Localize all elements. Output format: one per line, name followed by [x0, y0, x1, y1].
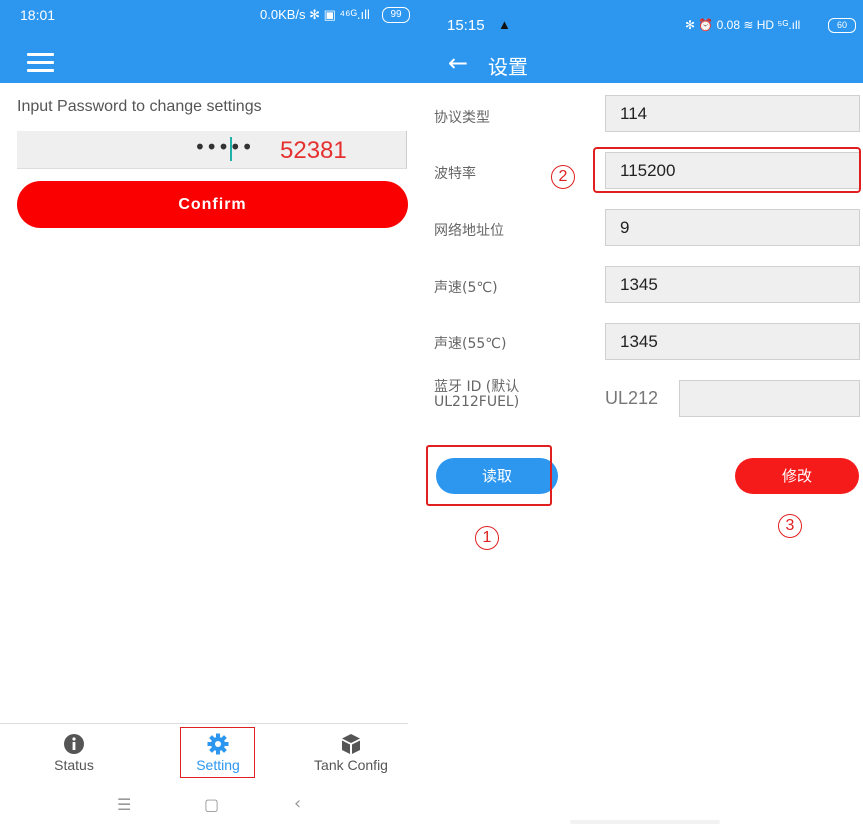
battery-icon: 99: [382, 7, 410, 23]
gesture-bar: [570, 820, 720, 824]
alert-icon: ▲: [498, 17, 511, 32]
battery-icon: 60: [828, 18, 856, 33]
password-prompt: Input Password to change settings: [17, 98, 262, 115]
nav-status-label: Status: [54, 757, 94, 773]
info-icon: [64, 734, 84, 754]
system-back-button[interactable]: ‹: [294, 793, 301, 814]
status-bar: 18:01 0.0KB/s ✻ ▣ ⁴⁶ᴳ.ıll 99: [0, 0, 420, 32]
network-address-input[interactable]: 9: [605, 209, 860, 246]
system-menu-button[interactable]: ☰: [117, 795, 131, 814]
bluetooth-id-prefix: UL212: [605, 388, 659, 408]
bluetooth-id-input[interactable]: [679, 380, 860, 417]
field-label-address: 网络地址位: [434, 223, 504, 239]
nav-status[interactable]: Status: [45, 733, 103, 773]
annotation-2: 2: [551, 165, 575, 189]
sound-speed-5c-input[interactable]: 1345: [605, 266, 860, 303]
setting-highlight-box: [180, 727, 255, 778]
password-mask: •••••: [194, 135, 253, 159]
settings-screen: 15:15 ▲ ✻ ⏰ 0.08 ≋ HD ⁵ᴳ.ıll 60 ← 设置 协议类…: [420, 0, 863, 827]
text-cursor: [230, 137, 232, 161]
app-bar: [420, 40, 863, 83]
field-label-baud: 波特率: [434, 166, 476, 182]
battery-level: 99: [390, 9, 402, 20]
sound-speed-55c-input[interactable]: 1345: [605, 323, 860, 360]
app-bar: [0, 32, 420, 83]
status-icons: 0.0KB/s ✻ ▣ ⁴⁶ᴳ.ıll: [260, 7, 370, 22]
status-icons: ✻ ⏰ 0.08 ≋ HD ⁵ᴳ.ıll: [685, 18, 801, 32]
annotation-3: 3: [778, 514, 802, 538]
battery-level: 60: [836, 20, 847, 30]
status-time: 18:01: [20, 7, 56, 23]
field-label-protocol: 协议类型: [434, 110, 490, 126]
protocol-type-input[interactable]: 114: [605, 95, 860, 132]
modify-button[interactable]: 修改: [735, 458, 859, 494]
settings-password-screen: 18:01 0.0KB/s ✻ ▣ ⁴⁶ᴳ.ıll 99 Input Passw…: [0, 0, 420, 827]
confirm-button[interactable]: Confirm: [17, 181, 408, 228]
field-label-bluetooth: 蓝牙 ID (默认 UL212FUEL): [434, 380, 519, 410]
bottom-nav-divider: [0, 723, 408, 724]
field-label-speed-5: 声速(5℃): [434, 280, 498, 296]
nav-tank-config-label: Tank Config: [314, 757, 388, 773]
password-annotation: 52381: [280, 137, 347, 164]
back-arrow-icon[interactable]: ←: [448, 49, 468, 77]
system-home-button[interactable]: ▢: [204, 795, 219, 814]
annotation-1: 1: [475, 526, 499, 550]
cube-icon: [342, 734, 360, 754]
baud-highlight-box: [593, 147, 861, 193]
bluetooth-label-line1: 蓝牙 ID (默认: [434, 379, 520, 395]
status-time: 15:15: [447, 17, 485, 34]
password-input[interactable]: ••••• 52381: [17, 131, 407, 169]
nav-tank-config[interactable]: Tank Config: [305, 733, 397, 773]
menu-icon[interactable]: [27, 53, 54, 72]
page-title: 设置: [488, 55, 528, 79]
bluetooth-label-line2: UL212FUEL): [434, 394, 520, 410]
read-highlight-box: [426, 445, 552, 506]
field-label-speed-55: 声速(55℃): [434, 336, 507, 352]
status-bar: 15:15 ▲ ✻ ⏰ 0.08 ≋ HD ⁵ᴳ.ıll 60: [420, 0, 863, 40]
